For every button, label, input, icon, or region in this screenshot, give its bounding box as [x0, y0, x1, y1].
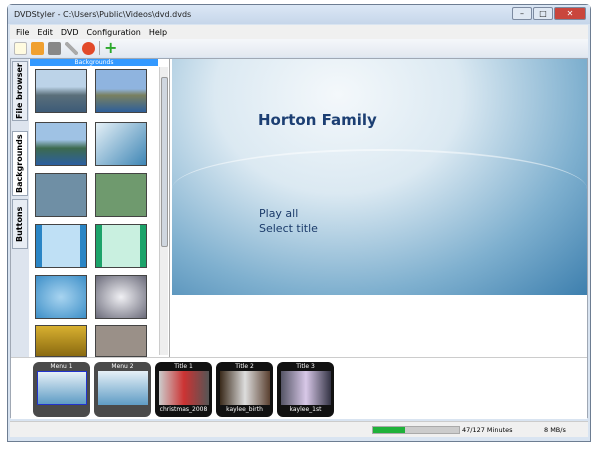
select-title-button[interactable]: Select title — [259, 222, 318, 235]
background-thumbnail[interactable] — [95, 122, 147, 166]
play-all-button[interactable]: Play all — [259, 207, 298, 220]
titleset-strip: Menu 1 Menu 2 Title 1 christmas_2008 Titl… — [11, 357, 587, 419]
background-thumbnail[interactable] — [35, 122, 87, 166]
menu-item[interactable]: Menu 2 — [94, 362, 151, 417]
status-bar: 47/127 Minutes 8 MB/s — [10, 421, 588, 437]
menu-configuration[interactable]: Configuration — [87, 28, 141, 37]
save-icon[interactable] — [48, 41, 61, 55]
menu-preview: Horton Family Play all Select title — [172, 59, 587, 355]
menu-bar: File Edit DVD Configuration Help — [10, 25, 588, 39]
menu-title[interactable]: Horton Family — [258, 111, 377, 129]
app-window: DVDStyler - C:\Users\Public\Videos\dvd.d… — [7, 4, 591, 442]
main-area: File browser Backgrounds Buttons Backgro… — [10, 58, 588, 419]
menu-background: Horton Family Play all Select title — [172, 59, 587, 295]
background-thumbnail[interactable] — [35, 325, 87, 357]
new-icon[interactable] — [14, 41, 27, 55]
background-thumbnail[interactable] — [95, 69, 147, 113]
background-thumbnail[interactable] — [35, 224, 87, 268]
disc-usage-progress — [372, 426, 460, 434]
title-item[interactable]: Title 2 kaylee_birth — [216, 362, 273, 417]
rate-label: 8 MB/s — [544, 426, 566, 434]
menu-item[interactable]: Menu 1 — [33, 362, 90, 417]
menu-file[interactable]: File — [16, 28, 29, 37]
add-icon[interactable]: + — [104, 39, 117, 55]
background-thumbnail[interactable] — [95, 224, 147, 268]
background-thumbnail[interactable] — [35, 173, 87, 217]
menu-edit[interactable]: Edit — [37, 28, 53, 37]
tab-buttons[interactable]: Buttons — [12, 199, 28, 249]
background-thumbnail[interactable] — [95, 173, 147, 217]
background-thumbnail[interactable] — [35, 275, 87, 319]
panel-scrollbar[interactable] — [159, 67, 168, 355]
title-item[interactable]: Title 1 christmas_2008 — [155, 362, 212, 417]
maximize-button[interactable]: □ — [533, 7, 553, 20]
backgrounds-panel: Backgrounds — [30, 59, 170, 357]
window-title: DVDStyler - C:\Users\Public\Videos\dvd.d… — [14, 10, 192, 19]
burn-icon[interactable] — [82, 41, 95, 55]
minutes-label: 47/127 Minutes — [462, 426, 513, 434]
minimize-button[interactable]: – — [512, 7, 532, 20]
title-bar: DVDStyler - C:\Users\Public\Videos\dvd.d… — [8, 5, 590, 24]
tab-file-browser[interactable]: File browser — [12, 61, 28, 121]
panel-header: Backgrounds — [30, 59, 158, 66]
open-icon[interactable] — [31, 41, 44, 55]
menu-dvd[interactable]: DVD — [61, 28, 79, 37]
tab-backgrounds[interactable]: Backgrounds — [12, 131, 28, 196]
menu-help[interactable]: Help — [149, 28, 167, 37]
title-item[interactable]: Title 3 kaylee_1st — [277, 362, 334, 417]
settings-icon[interactable] — [65, 41, 78, 55]
toolbar: + — [10, 39, 588, 57]
background-thumbnail[interactable] — [95, 325, 147, 357]
background-thumbnail[interactable] — [95, 275, 147, 319]
background-thumbnail[interactable] — [35, 69, 87, 113]
side-tabs: File browser Backgrounds Buttons — [11, 59, 29, 359]
close-button[interactable]: ✕ — [554, 7, 586, 20]
